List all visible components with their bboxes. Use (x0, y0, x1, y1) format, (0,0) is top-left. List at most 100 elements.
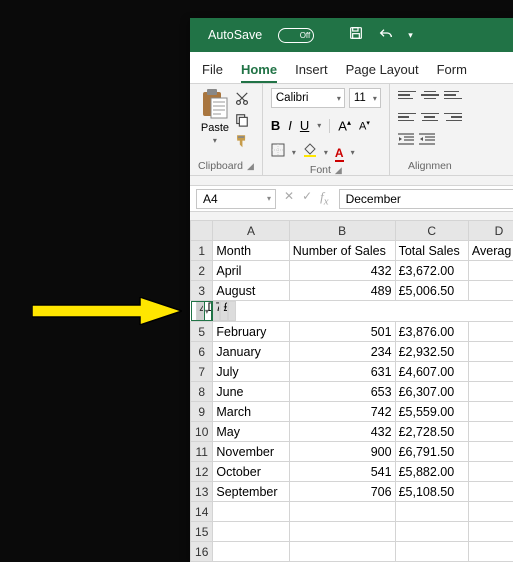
cell[interactable] (468, 402, 513, 422)
cell[interactable]: 653 (289, 382, 395, 402)
cell[interactable] (468, 522, 513, 542)
cell[interactable]: 795 (212, 301, 220, 321)
cell[interactable] (289, 542, 395, 562)
cell[interactable]: 501 (289, 322, 395, 342)
row-header[interactable]: 12 (191, 462, 213, 482)
cell[interactable] (213, 542, 289, 562)
cell[interactable]: April (213, 261, 289, 281)
cell[interactable]: 432 (289, 261, 395, 281)
cell[interactable]: 900 (289, 442, 395, 462)
cell[interactable]: £3,876.00 (395, 322, 468, 342)
autosave-toggle[interactable]: Off (278, 28, 314, 43)
spreadsheet-grid[interactable]: ABCD1MonthNumber of SalesTotal SalesAver… (190, 220, 513, 562)
increase-indent-icon[interactable] (419, 132, 435, 150)
cell[interactable] (468, 322, 513, 342)
cell[interactable]: August (213, 281, 289, 301)
row-header[interactable]: 7 (191, 362, 213, 382)
cell[interactable] (395, 502, 468, 522)
underline-button[interactable]: U (300, 118, 309, 133)
cell[interactable]: January (213, 342, 289, 362)
cell[interactable] (468, 502, 513, 522)
cell[interactable] (468, 542, 513, 562)
cell[interactable]: September (213, 482, 289, 502)
cell[interactable]: Number of Sales (289, 241, 395, 261)
column-header[interactable]: D (468, 221, 513, 241)
row-header[interactable]: 10 (191, 422, 213, 442)
cell[interactable]: 432 (289, 422, 395, 442)
cell[interactable] (395, 522, 468, 542)
tab-insert[interactable]: Insert (295, 62, 328, 83)
row-header[interactable]: 13 (191, 482, 213, 502)
decrease-indent-icon[interactable] (398, 132, 414, 150)
row-header[interactable]: 1 (191, 241, 213, 261)
paste-icon[interactable] (201, 88, 229, 120)
row-header[interactable]: 14 (191, 502, 213, 522)
cell[interactable]: £3,672.00 (395, 261, 468, 281)
tab-page-layout[interactable]: Page Layout (346, 62, 419, 83)
formula-input[interactable]: December (339, 189, 513, 209)
tab-file[interactable]: File (202, 62, 223, 83)
row-header[interactable]: 5 (191, 322, 213, 342)
tab-home[interactable]: Home (241, 62, 277, 83)
row-header[interactable]: 11 (191, 442, 213, 462)
fx-icon[interactable]: fx (320, 189, 328, 208)
cell[interactable] (213, 522, 289, 542)
bold-button[interactable]: B (271, 118, 280, 133)
column-header[interactable]: B (289, 221, 395, 241)
cut-icon[interactable] (233, 91, 251, 107)
row-header[interactable]: 2 (191, 261, 213, 281)
cell[interactable] (468, 382, 513, 402)
cell[interactable]: 489 (289, 281, 395, 301)
cell[interactable]: £6,307.00 (395, 382, 468, 402)
select-all-corner[interactable] (191, 221, 213, 241)
format-painter-icon[interactable] (233, 133, 251, 149)
row-header[interactable]: 8 (191, 382, 213, 402)
font-color-icon[interactable]: A (335, 144, 344, 162)
fill-color-icon[interactable] (303, 143, 317, 162)
cell[interactable] (228, 301, 236, 321)
font-launcher-icon[interactable]: ◢ (335, 165, 342, 176)
align-center-icon[interactable] (421, 110, 439, 124)
cell[interactable]: 631 (289, 362, 395, 382)
cell[interactable]: 706 (289, 482, 395, 502)
cell[interactable]: March (213, 402, 289, 422)
cell[interactable]: July (213, 362, 289, 382)
column-header[interactable]: C (395, 221, 468, 241)
copy-icon[interactable] (233, 112, 251, 128)
cell[interactable]: £6,791.50 (395, 442, 468, 462)
row-header[interactable]: 3 (191, 281, 213, 301)
cell[interactable] (468, 442, 513, 462)
cell[interactable]: June (213, 382, 289, 402)
increase-font-icon[interactable]: A▴ (338, 118, 351, 133)
cell[interactable]: £5,882.00 (395, 462, 468, 482)
align-left-icon[interactable] (398, 110, 416, 124)
row-header[interactable]: 15 (191, 522, 213, 542)
row-header[interactable]: 4 (196, 301, 204, 321)
cell[interactable] (468, 422, 513, 442)
cell[interactable]: Month (213, 241, 289, 261)
cell[interactable]: May (213, 422, 289, 442)
cell[interactable] (468, 462, 513, 482)
undo-dropdown-icon[interactable]: ▾ (408, 30, 413, 41)
cell[interactable]: Averag (468, 241, 513, 261)
cell[interactable]: 541 (289, 462, 395, 482)
align-top-icon[interactable] (398, 88, 416, 102)
clipboard-launcher-icon[interactable]: ◢ (247, 161, 254, 172)
column-header[interactable]: A (213, 221, 289, 241)
cell[interactable]: £4,607.00 (395, 362, 468, 382)
cell[interactable]: £8,474.50 (220, 301, 228, 321)
cancel-formula-icon[interactable]: ✕ (284, 189, 294, 208)
cell[interactable] (289, 502, 395, 522)
italic-button[interactable]: I (288, 118, 292, 133)
cell[interactable]: February (213, 322, 289, 342)
align-right-icon[interactable] (444, 110, 462, 124)
cell[interactable] (289, 522, 395, 542)
cell[interactable]: £5,559.00 (395, 402, 468, 422)
font-name-select[interactable]: Calibri (271, 88, 345, 108)
cell[interactable]: £5,108.50 (395, 482, 468, 502)
cell[interactable] (468, 482, 513, 502)
font-size-select[interactable]: 11 (349, 88, 381, 108)
cell[interactable]: 234 (289, 342, 395, 362)
save-icon[interactable] (348, 25, 364, 46)
paste-label[interactable]: Paste (201, 122, 229, 134)
